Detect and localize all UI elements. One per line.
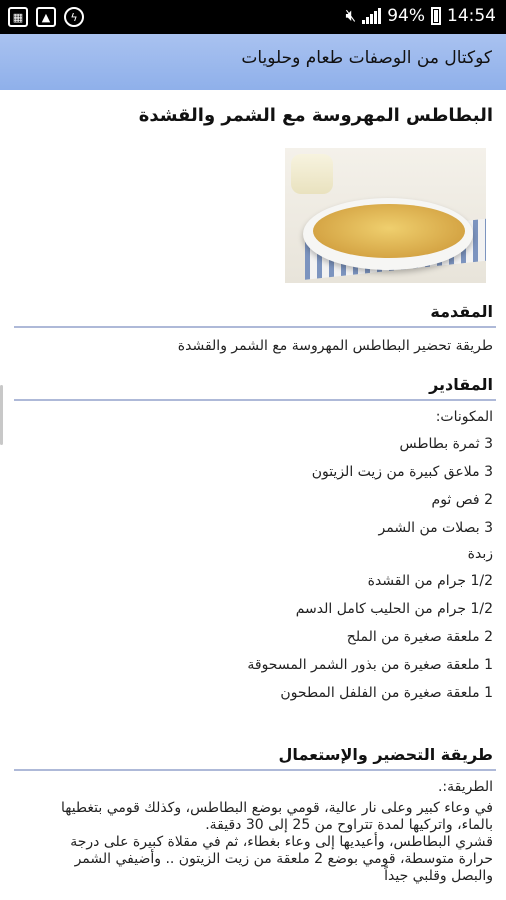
- ingredient-item: زبدة: [467, 546, 493, 562]
- recipe-content[interactable]: البطاطس المهروسة مع الشمر والقشدة المقدم…: [0, 90, 506, 900]
- recipe-title: البطاطس المهروسة مع الشمر والقشدة: [138, 105, 493, 126]
- ingredient-item: 3 بصلات من الشمر: [378, 520, 493, 536]
- ingredient-item: 3 ثمرة بطاطس: [399, 436, 493, 452]
- gallery-icon: ▦: [8, 7, 28, 27]
- ingredient-item: 3 ملاعق كبيرة من زيت الزيتون: [311, 464, 493, 480]
- divider: [14, 399, 496, 401]
- divider: [14, 326, 496, 328]
- divider: [14, 769, 496, 771]
- method-line: حرارة متوسطة، قومي بوضع 2 ملعقة من زيت ا…: [74, 851, 493, 867]
- ingredient-item: 1 ملعقة صغيرة من الفلفل المطحون: [280, 685, 493, 701]
- ingredient-item: 1 ملعقة صغيرة من بذور الشمر المسحوقة: [247, 657, 493, 673]
- method-line: والبصل وقلبي جيداً: [384, 868, 493, 884]
- method-line: بالماء، واتركيها لمدة تتراوح من 25 إلى 3…: [205, 817, 493, 833]
- app-bar: كوكتال من الوصفات طعام وحلويات: [0, 34, 506, 90]
- clock: 14:54: [447, 6, 496, 26]
- intro-text: طريقة تحضير البطاطس المهروسة مع الشمر وا…: [177, 338, 493, 354]
- battery-percent: 94%: [387, 6, 425, 26]
- signal-icon: [362, 8, 382, 24]
- method-label: الطريقة:.: [437, 779, 493, 795]
- ingredient-item: 2 فص ثوم: [431, 492, 493, 508]
- mute-icon: 🔇︎: [345, 6, 357, 26]
- ingredient-item: 2 ملعقة صغيرة من الملح: [346, 629, 493, 645]
- app-title: كوكتال من الوصفات طعام وحلويات: [241, 48, 492, 68]
- method-heading: طريقة التحضير والإستعمال: [278, 745, 493, 764]
- method-line: في وعاء كبير وعلى نار عالية، قومي بوضع ا…: [60, 800, 493, 816]
- status-bar: ▦ ▲ ϟ 🔇︎ 94% 14:54: [0, 0, 506, 34]
- ingredients-heading: المقادير: [429, 375, 493, 394]
- battery-icon: [431, 7, 441, 25]
- ingredients-label: المكونات:: [435, 409, 493, 425]
- messenger-icon: ϟ: [64, 7, 84, 27]
- method-line: قشري البطاطس، وأعيديها إلى وعاء بغطاء، ث…: [70, 834, 493, 850]
- ingredient-item: 1/2 جرام من الحليب كامل الدسم: [295, 601, 493, 617]
- method-text: في وعاء كبير وعلى نار عالية، قومي بوضع ا…: [14, 800, 493, 885]
- intro-heading: المقدمة: [430, 302, 493, 321]
- image-icon: ▲: [36, 7, 56, 27]
- scrollbar[interactable]: [0, 385, 3, 445]
- ingredient-item: 1/2 جرام من القشدة: [367, 573, 493, 589]
- recipe-image: [285, 148, 486, 283]
